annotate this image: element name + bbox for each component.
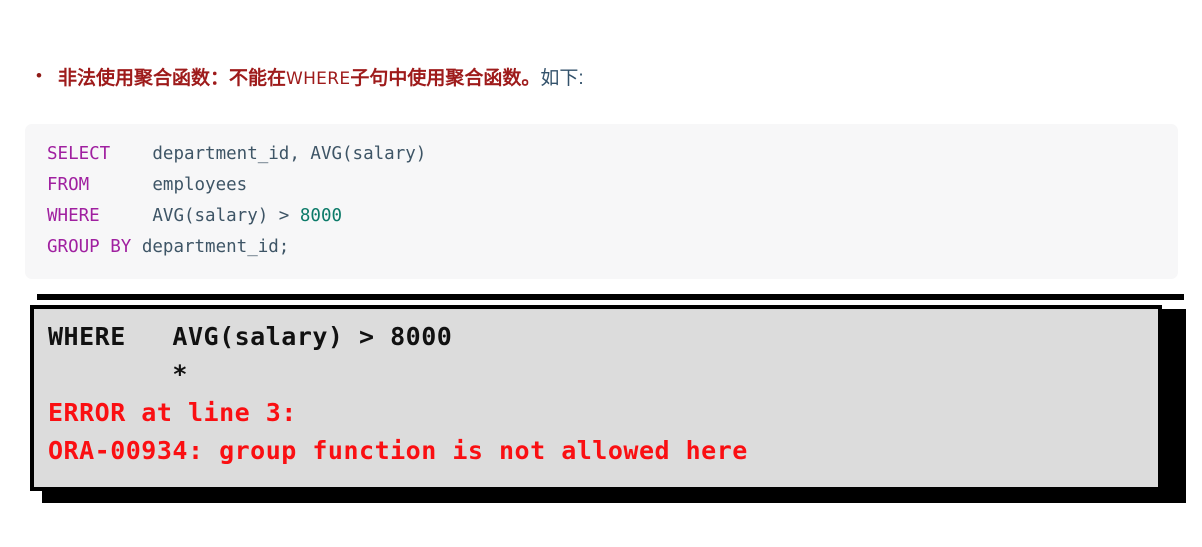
sql-gap-4 [131,237,142,257]
sql-gap-1 [110,144,152,164]
bullet-keyword-where: WHERE [285,69,351,89]
bullet-paragraph: • 非法使用聚合函数：不能在WHERE子句中使用聚合函数。如下: [36,66,584,92]
bullet-body-before: 不能在 [228,68,286,89]
sql-rest-4: department_id; [141,237,290,257]
sql-keyword-where: WHERE [47,206,100,226]
terminal-line-pointer: * [48,360,188,389]
bullet-marker-icon: • [36,66,42,85]
sql-keyword-groupby: GROUP BY [47,237,132,257]
sql-gap-2 [89,175,152,195]
terminal-line-error-message: ORA-00934: group function is not allowed… [48,436,748,465]
terminal-top-rule [37,294,1184,300]
sql-code-content: SELECT department_id, AVG(salary) FROM e… [47,139,1178,263]
bullet-body-after: 子句中使用聚合函数。 [350,68,541,89]
terminal-box: WHERE AVG(salary) > 8000 * ERROR at line… [30,305,1162,491]
bullet-tail: 如下: [540,68,584,89]
sql-rest-1: department_id, AVG(salary) [152,144,427,164]
sql-keyword-select: SELECT [47,144,111,164]
sql-gap-3 [100,206,153,226]
sql-rest-3a: AVG(salary) > [152,206,300,226]
sql-code-block: SELECT department_id, AVG(salary) FROM e… [25,124,1178,279]
terminal-line-echo: WHERE AVG(salary) > 8000 [48,322,453,351]
sql-number-8000: 8000 [299,206,343,226]
bullet-text: 非法使用聚合函数：不能在WHERE子句中使用聚合函数。如下: [58,66,584,92]
sql-keyword-from: FROM [47,175,90,195]
page-root: • 非法使用聚合函数：不能在WHERE子句中使用聚合函数。如下: SELECT … [0,0,1202,547]
bullet-heading: 非法使用聚合函数： [57,68,229,89]
terminal-lines: WHERE AVG(salary) > 8000 * ERROR at line… [34,309,1158,470]
terminal-line-error-header: ERROR at line 3: [48,398,297,427]
sql-rest-2: employees [152,175,248,195]
